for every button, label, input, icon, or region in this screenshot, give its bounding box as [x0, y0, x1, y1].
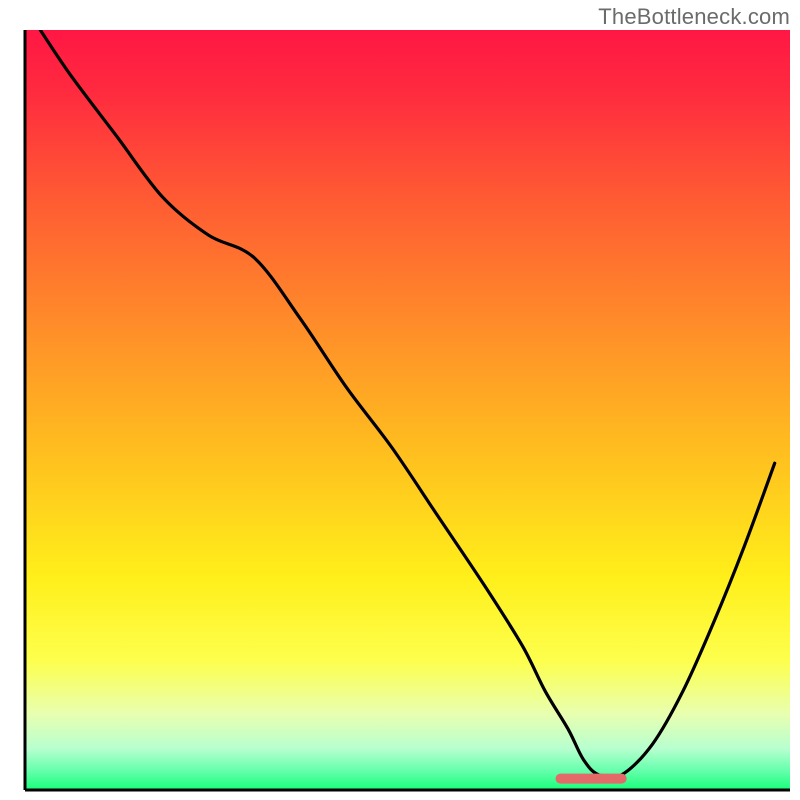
bottleneck-chart: TheBottleneck.com [0, 0, 800, 800]
chart-canvas [0, 0, 800, 800]
attribution-label: TheBottleneck.com [598, 4, 790, 30]
gradient-background [25, 30, 790, 790]
